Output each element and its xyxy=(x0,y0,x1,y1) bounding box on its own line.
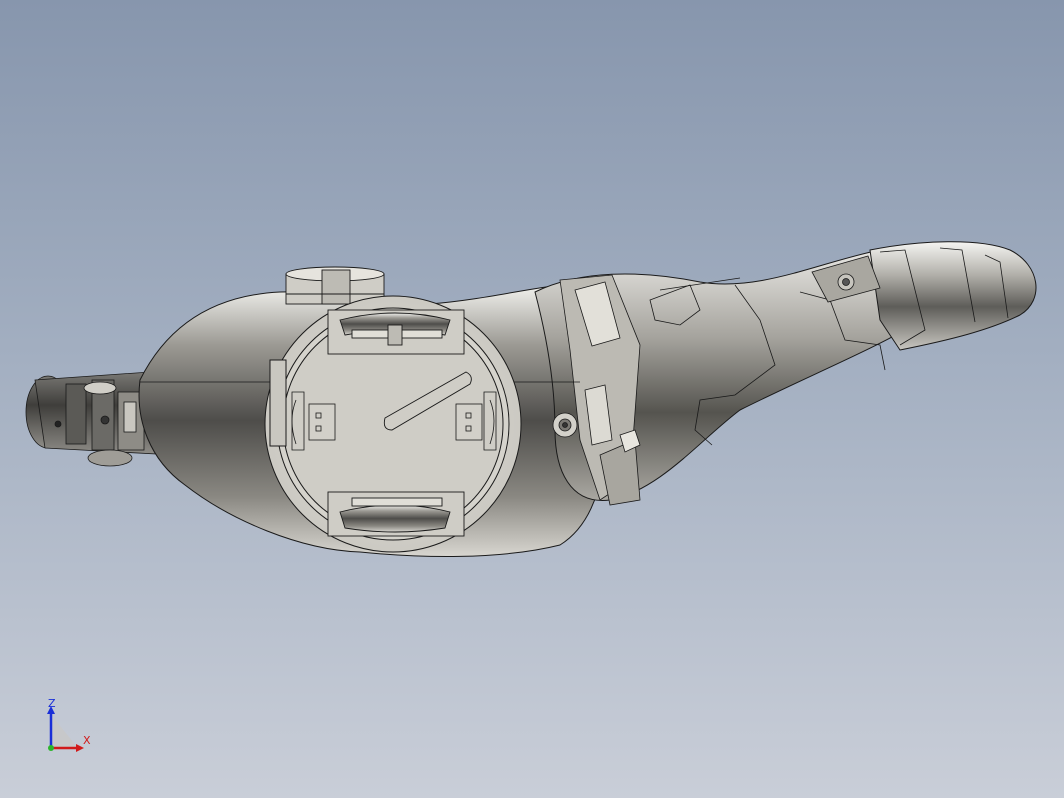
triad-z-label: Z xyxy=(48,697,56,710)
right-connector xyxy=(455,403,483,441)
distal-tip xyxy=(869,241,1037,351)
triad-x-label: X xyxy=(83,734,91,747)
cad-graphics-viewport[interactable]: Z X xyxy=(0,0,1064,798)
finger-assembly-model[interactable] xyxy=(0,0,1064,798)
lower-slot xyxy=(327,491,465,537)
coordinate-triad: Z X xyxy=(38,696,108,760)
left-connector xyxy=(308,403,336,441)
upper-slot xyxy=(327,309,465,355)
